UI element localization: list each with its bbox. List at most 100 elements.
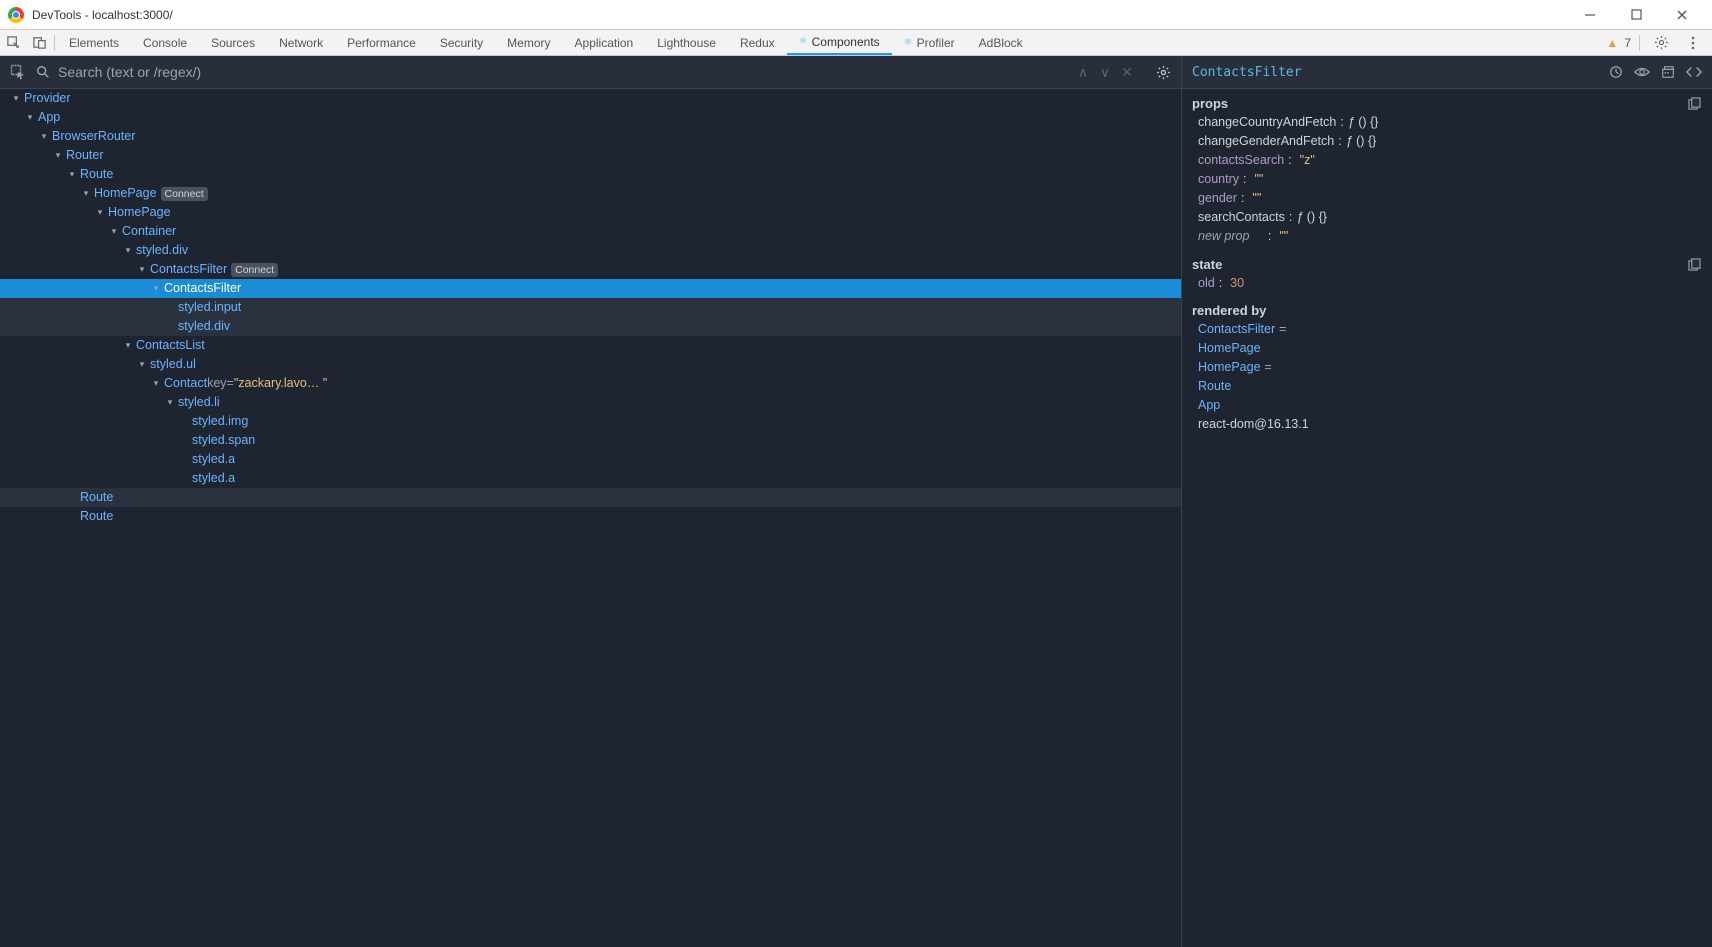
select-element-icon[interactable] (8, 62, 28, 82)
prop-row[interactable]: changeGenderAndFetch: ƒ () {} (1182, 132, 1712, 151)
copy-state-icon[interactable] (1686, 256, 1702, 272)
rendered-by-link[interactable]: Route (1182, 377, 1712, 396)
caret-down-icon[interactable]: ▾ (82, 184, 90, 203)
tree-node-Container[interactable]: ▾Container (0, 222, 1181, 241)
tree-node-styled-a[interactable]: styled.a (0, 450, 1181, 469)
caret-down-icon[interactable]: ▾ (40, 127, 48, 146)
tree-node-styled-div[interactable]: styled.div (0, 317, 1181, 336)
caret-down-icon[interactable]: ▾ (124, 241, 132, 260)
component-search-input[interactable] (56, 62, 1065, 82)
caret-down-icon[interactable]: ▾ (12, 89, 20, 108)
new-prop-value[interactable]: "" (1279, 227, 1288, 246)
log-to-console-icon[interactable] (1660, 64, 1676, 80)
tab-application[interactable]: Application (563, 30, 646, 55)
tree-node-ContactsList[interactable]: ▾ContactsList (0, 336, 1181, 355)
tab-profiler[interactable]: ⚛Profiler (892, 30, 967, 55)
tab-components[interactable]: ⚛Components (787, 30, 892, 55)
components-tree[interactable]: ▾Provider▾App▾BrowserRouter▾Router▾Route… (0, 89, 1181, 947)
device-icon[interactable] (26, 30, 52, 55)
tree-node-Route[interactable]: Route (0, 488, 1181, 507)
caret-down-icon[interactable]: ▾ (96, 203, 104, 222)
tab-network[interactable]: Network (267, 30, 335, 55)
caret-down-icon[interactable]: ▾ (138, 260, 146, 279)
tab-elements[interactable]: Elements (57, 30, 131, 55)
search-close-icon[interactable]: ✕ (1117, 62, 1137, 82)
tree-node-styled-a[interactable]: styled.a (0, 469, 1181, 488)
prop-value[interactable]: "" (1254, 170, 1263, 189)
tree-node-styled-input[interactable]: styled.input (0, 298, 1181, 317)
new-prop-row[interactable]: new prop :"" (1182, 227, 1712, 246)
tab-performance[interactable]: Performance (335, 30, 428, 55)
tree-node-styled-ul[interactable]: ▾styled.ul (0, 355, 1181, 374)
caret-down-icon[interactable]: ▾ (138, 355, 146, 374)
tab-security[interactable]: Security (428, 30, 495, 55)
caret-down-icon[interactable]: ▾ (110, 222, 118, 241)
rendered-by-link[interactable]: App (1182, 396, 1712, 415)
search-prev-icon[interactable]: ∧ (1073, 62, 1093, 82)
caret-down-icon[interactable]: ▾ (54, 146, 62, 165)
settings-icon[interactable] (1648, 35, 1674, 50)
rendered-by-link[interactable]: HomePage= (1182, 358, 1712, 377)
tab-console[interactable]: Console (131, 30, 199, 55)
tree-node-ContactsFilter[interactable]: ▾ContactsFilter (0, 279, 1181, 298)
state-value[interactable]: 30 (1230, 274, 1244, 293)
prop-value[interactable]: "" (1252, 189, 1261, 208)
prop-row[interactable]: country:"" (1182, 170, 1712, 189)
state-row[interactable]: old:30 (1182, 274, 1712, 293)
tab-adblock[interactable]: AdBlock (967, 30, 1035, 55)
components-settings-icon[interactable] (1153, 62, 1173, 82)
warning-count[interactable]: 7 (1624, 36, 1631, 50)
caret-down-icon[interactable]: ▾ (166, 393, 174, 412)
caret-down-icon[interactable]: ▾ (124, 336, 132, 355)
tree-node-Provider[interactable]: ▾Provider (0, 89, 1181, 108)
new-prop-name[interactable]: new prop (1198, 227, 1249, 246)
prop-value[interactable]: ƒ () {} (1348, 113, 1379, 132)
tree-node-styled-span[interactable]: styled.span (0, 431, 1181, 450)
warning-icon[interactable]: ▲ (1606, 36, 1618, 50)
caret-down-icon[interactable]: ▾ (152, 374, 160, 393)
close-button[interactable] (1668, 5, 1696, 25)
state-name: old (1198, 274, 1215, 293)
more-icon[interactable] (1680, 36, 1706, 50)
search-next-icon[interactable]: ∨ (1095, 62, 1115, 82)
prop-value[interactable]: ƒ () {} (1346, 132, 1377, 151)
window-titlebar: DevTools - localhost:3000/ (0, 0, 1712, 30)
prop-value[interactable]: ƒ () {} (1296, 208, 1327, 227)
tree-node-Contact[interactable]: ▾Contact key="zackary.lavo… " (0, 374, 1181, 393)
tab-memory[interactable]: Memory (495, 30, 562, 55)
tree-node-styled-img[interactable]: styled.img (0, 412, 1181, 431)
minimize-button[interactable] (1576, 5, 1604, 25)
tree-node-BrowserRouter[interactable]: ▾BrowserRouter (0, 127, 1181, 146)
prop-row[interactable]: changeCountryAndFetch: ƒ () {} (1182, 113, 1712, 132)
maximize-button[interactable] (1622, 5, 1650, 25)
tree-node-Route[interactable]: ▾Route (0, 165, 1181, 184)
components-tree-panel: ∧ ∨ ✕ ▾Provider▾App▾BrowserRouter▾Router… (0, 56, 1182, 947)
tab-redux[interactable]: Redux (728, 30, 787, 55)
rendered-by-link[interactable]: ContactsFilter= (1182, 320, 1712, 339)
rendered-by-link[interactable]: HomePage (1182, 339, 1712, 358)
tree-node-styled-div[interactable]: ▾styled.div (0, 241, 1181, 260)
tree-node-styled-li[interactable]: ▾styled.li (0, 393, 1181, 412)
tree-node-Router[interactable]: ▾Router (0, 146, 1181, 165)
copy-props-icon[interactable] (1686, 95, 1702, 111)
view-source-icon[interactable] (1686, 64, 1702, 80)
prop-value[interactable]: "z" (1300, 151, 1315, 170)
tree-node-ContactsFilter[interactable]: ▾ContactsFilterConnect (0, 260, 1181, 279)
tree-node-App[interactable]: ▾App (0, 108, 1181, 127)
tree-node-Route[interactable]: Route (0, 507, 1181, 526)
inspect-dom-icon[interactable] (1634, 64, 1650, 80)
suspend-icon[interactable] (1608, 64, 1624, 80)
caret-down-icon[interactable]: ▾ (68, 165, 76, 184)
tree-node-HomePage[interactable]: ▾HomePage (0, 203, 1181, 222)
tab-label: Sources (211, 36, 255, 50)
tree-node-HomePage[interactable]: ▾HomePageConnect (0, 184, 1181, 203)
prop-row[interactable]: contactsSearch:"z" (1182, 151, 1712, 170)
tab-lighthouse[interactable]: Lighthouse (645, 30, 728, 55)
caret-down-icon[interactable]: ▾ (26, 108, 34, 127)
inspect-icon[interactable] (0, 30, 26, 55)
caret-down-icon[interactable]: ▾ (152, 279, 160, 298)
tab-label: Profiler (917, 36, 955, 50)
tab-sources[interactable]: Sources (199, 30, 267, 55)
prop-row[interactable]: gender:"" (1182, 189, 1712, 208)
prop-row[interactable]: searchContacts: ƒ () {} (1182, 208, 1712, 227)
